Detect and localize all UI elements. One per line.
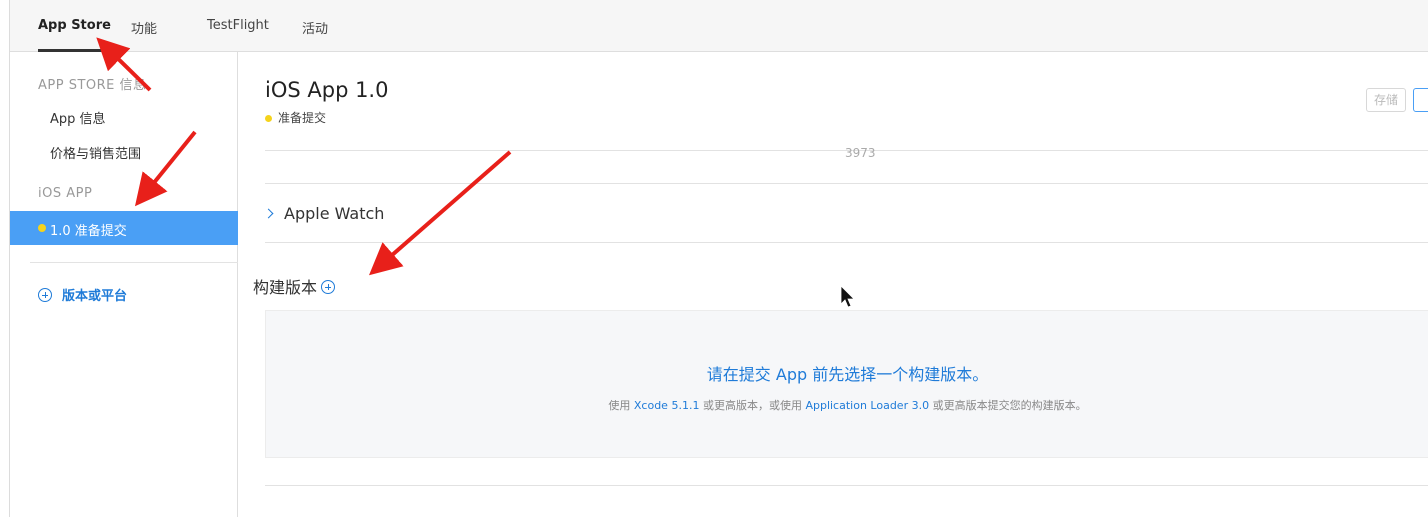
status-badge: 准备提交	[265, 109, 326, 126]
build-section-title: 构建版本	[253, 274, 336, 298]
xcode-link[interactable]: Xcode 5.1.1	[634, 399, 700, 412]
application-loader-link[interactable]: Application Loader 3.0	[805, 399, 929, 412]
build-title-label: 构建版本	[253, 278, 318, 297]
status-label: 准备提交	[278, 111, 327, 125]
submit-button[interactable]	[1413, 88, 1428, 112]
tab-app-store[interactable]: App Store	[38, 18, 111, 33]
main-content: iOS App 1.0 准备提交 存储 3973 Apple Watch 构建版…	[239, 52, 1428, 517]
section-divider	[265, 485, 1428, 486]
tab-activity[interactable]: 活动	[302, 18, 328, 37]
add-version-label: 版本或平台	[62, 289, 128, 304]
build-empty-headline: 请在提交 App 前先选择一个构建版本。	[706, 365, 989, 384]
section-divider	[265, 183, 1428, 184]
add-circle-icon	[38, 288, 52, 302]
add-build-icon[interactable]	[321, 280, 336, 294]
apple-watch-label: Apple Watch	[284, 204, 385, 223]
status-dot-icon	[265, 115, 272, 122]
tab-testflight[interactable]: TestFlight	[207, 18, 269, 33]
status-dot-icon	[38, 224, 46, 232]
sidebar-item-app-info[interactable]: App 信息	[50, 108, 106, 127]
sidebar-item-version-label: 1.0 准备提交	[50, 224, 127, 239]
truncated-value: 3973	[845, 146, 876, 160]
save-button[interactable]: 存储	[1366, 88, 1406, 112]
section-divider	[265, 242, 1428, 243]
build-empty-hint: 使用 Xcode 5.1.1 或更高版本，或使用 Application Loa…	[266, 397, 1428, 413]
sidebar: APP STORE 信息 App 信息 价格与销售范围 iOS APP 1.0 …	[10, 52, 238, 517]
hint-text: 或更高版本，或使用	[699, 399, 806, 412]
hint-text: 或更高版本提交您的构建版本。	[929, 399, 1087, 412]
add-version-or-platform-button[interactable]: 版本或平台	[38, 285, 127, 304]
window-left-edge	[0, 0, 10, 517]
page-title: iOS App 1.0	[265, 78, 389, 102]
top-tab-bar: App Store 功能 TestFlight 活动	[10, 0, 1428, 52]
build-empty-state: 请在提交 App 前先选择一个构建版本。 使用 Xcode 5.1.1 或更高版…	[265, 310, 1428, 458]
tab-features[interactable]: 功能	[131, 18, 157, 37]
sidebar-section-ios-app: iOS APP	[38, 186, 93, 201]
sidebar-divider	[30, 262, 238, 263]
sidebar-item-pricing[interactable]: 价格与销售范围	[50, 143, 141, 162]
sidebar-item-version-1-0[interactable]: 1.0 准备提交	[10, 211, 238, 245]
chevron-right-icon	[263, 208, 274, 219]
apple-watch-section-toggle[interactable]: Apple Watch	[263, 204, 385, 223]
hint-text: 使用	[608, 399, 634, 412]
sidebar-section-app-store: APP STORE 信息	[38, 78, 147, 93]
